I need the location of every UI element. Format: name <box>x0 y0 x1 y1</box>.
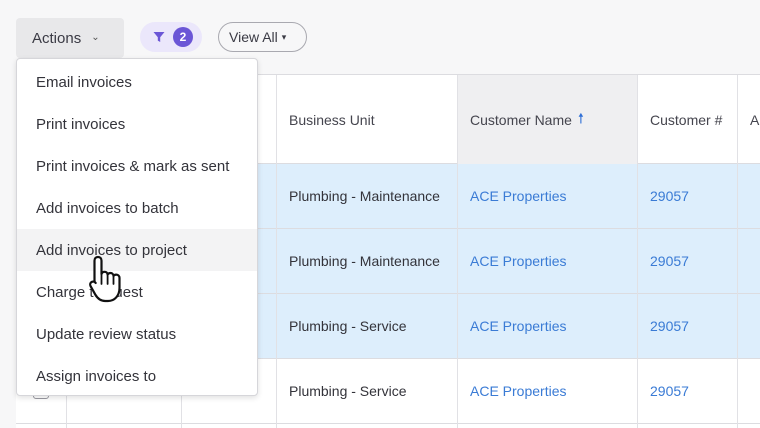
cell-business-unit: Plumbing - Maintenance <box>289 188 440 204</box>
cell-customer-number-link[interactable]: 29057 <box>638 359 689 423</box>
column-header-customer-name[interactable]: Customer Name 🠕 <box>458 75 637 164</box>
column-header-label: Business Unit <box>289 111 375 128</box>
cell-customer-number-link[interactable]: 29057 <box>638 164 689 228</box>
filter-count-badge: 2 <box>173 27 193 47</box>
column-header-truncated[interactable]: A <box>738 75 760 164</box>
cell-customer-name-link[interactable]: ACE Properties <box>458 294 566 358</box>
view-label: View All <box>229 29 278 45</box>
cell-customer-name-link[interactable]: ACE Properties <box>458 164 566 228</box>
column-divider <box>637 75 638 428</box>
menu-item-add-to-project[interactable]: Add invoices to project <box>17 229 257 271</box>
cell-customer-name-link[interactable]: ACE Properties <box>458 359 566 423</box>
cell-customer-name-link[interactable]: ACE Properties <box>458 229 566 293</box>
column-divider <box>276 75 277 428</box>
chevron-down-icon: ⌄ <box>91 31 100 43</box>
column-header-business-unit[interactable]: Business Unit <box>277 75 457 164</box>
view-selector[interactable]: View All ▾ <box>218 22 307 52</box>
actions-label: Actions <box>32 29 82 47</box>
chevron-down-icon: ▾ <box>281 31 287 42</box>
actions-menu: Email invoices Print invoices Print invo… <box>16 58 258 396</box>
cell-business-unit: Plumbing - Service <box>289 318 407 334</box>
hand-pointer-cursor-icon <box>89 255 121 303</box>
cell-business-unit: Plumbing - Service <box>289 383 407 399</box>
menu-item-charge-to-guest[interactable]: Charge to guest <box>17 271 257 313</box>
column-header-label: Customer # <box>650 111 723 128</box>
column-divider <box>737 75 738 428</box>
menu-item-update-review-status[interactable]: Update review status <box>17 313 257 355</box>
actions-dropdown-button[interactable]: Actions ⌄ <box>16 18 124 58</box>
cell-customer-number-link[interactable]: 29057 <box>638 229 689 293</box>
cell-customer-number-link[interactable]: 29057 <box>638 294 689 358</box>
filter-funnel-icon <box>153 32 165 42</box>
menu-item-email-invoices[interactable]: Email invoices <box>17 61 257 103</box>
column-header-label: A <box>750 111 760 128</box>
column-header-customer-number[interactable]: Customer # <box>638 75 737 164</box>
column-header-label: Customer Name <box>470 111 572 128</box>
menu-item-print-and-mark-sent[interactable]: Print invoices & mark as sent <box>17 145 257 187</box>
menu-item-assign-invoices[interactable]: Assign invoices to <box>17 355 257 397</box>
sort-ascending-arrow-icon: 🠕 <box>577 109 584 126</box>
menu-item-print-invoices[interactable]: Print invoices <box>17 103 257 145</box>
cell-business-unit: Plumbing - Maintenance <box>289 253 440 269</box>
filter-button[interactable]: 2 <box>140 22 202 52</box>
column-divider <box>457 75 458 428</box>
menu-item-add-to-batch[interactable]: Add invoices to batch <box>17 187 257 229</box>
